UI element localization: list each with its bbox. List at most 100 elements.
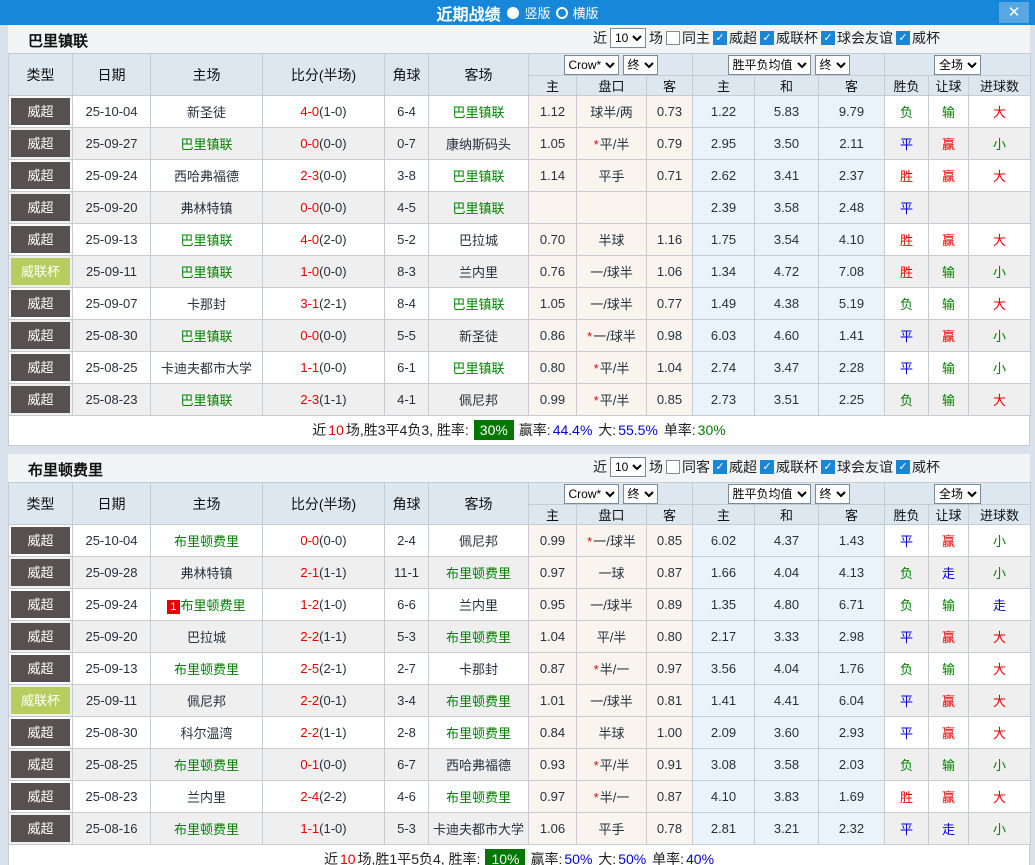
league-type-badge: 威超 — [11, 591, 70, 618]
avg-away-odds: 2.48 — [819, 192, 885, 224]
handicap-result: 走 — [929, 813, 969, 845]
col-date: 日期 — [73, 483, 151, 525]
sub-col-result: 胜负 — [885, 76, 929, 96]
same-venue-label: 同主 — [682, 28, 710, 48]
avg-time-select[interactable]: 终 — [815, 55, 850, 75]
odds-time-select[interactable]: 终 — [623, 55, 658, 75]
handicap-win-label: 赢率: — [530, 851, 562, 865]
avg-away-odds: 2.25 — [819, 384, 885, 416]
type-cell: 威联杯 — [9, 256, 73, 288]
corner-score: 2-4 — [385, 525, 429, 557]
home-team: 1布里顿费里 — [151, 589, 263, 621]
recent-count-select[interactable]: 10 — [610, 457, 646, 477]
avg-time-select[interactable]: 终 — [815, 484, 850, 504]
match-date: 25-08-23 — [73, 384, 151, 416]
handicap-result: 输 — [929, 749, 969, 781]
handicap: 平手 — [577, 160, 647, 192]
corner-score: 6-6 — [385, 589, 429, 621]
league-type-badge: 威超 — [11, 290, 70, 317]
league-checkbox[interactable]: ✓ — [821, 31, 835, 45]
handicap-win-value: 50% — [564, 851, 592, 865]
odds-home: 1.01 — [529, 685, 577, 717]
avg-draw-odds: 3.21 — [755, 813, 819, 845]
league-checkbox[interactable]: ✓ — [896, 460, 910, 474]
handicap: 一/球半 — [577, 685, 647, 717]
match-date: 25-09-20 — [73, 192, 151, 224]
goals-result: 大 — [969, 160, 1031, 192]
goals-result: 小 — [969, 256, 1031, 288]
sub-col-result: 胜负 — [885, 505, 929, 525]
close-button[interactable]: ✕ — [999, 2, 1029, 23]
league-checkbox[interactable]: ✓ — [896, 31, 910, 45]
star-icon: * — [594, 137, 599, 152]
result: 平 — [885, 813, 929, 845]
odds-time-select[interactable]: 终 — [623, 484, 658, 504]
odds-home: 1.12 — [529, 96, 577, 128]
sub-col-avg-draw: 和 — [755, 76, 819, 96]
fulltime-select[interactable]: 全场 — [934, 484, 981, 504]
odds-away: 0.91 — [647, 749, 693, 781]
odds-away: 0.89 — [647, 589, 693, 621]
match-date: 25-09-27 — [73, 128, 151, 160]
league-checkbox[interactable]: ✓ — [821, 460, 835, 474]
corner-score: 2-7 — [385, 653, 429, 685]
away-team: 巴拉城 — [429, 224, 529, 256]
goals-result — [969, 192, 1031, 224]
table-row: 威超 25-08-25 卡迪夫都市大学 1-1(0-0) 6-1 巴里镇联 0.… — [9, 352, 1031, 384]
handicap: *平/半 — [577, 384, 647, 416]
avg-away-odds: 6.04 — [819, 685, 885, 717]
handicap: *平/半 — [577, 128, 647, 160]
result: 胜 — [885, 781, 929, 813]
same-venue-checkbox[interactable] — [666, 31, 680, 45]
odds-source-select[interactable]: Crow* — [564, 484, 619, 504]
big-value: 50% — [618, 851, 646, 865]
league-type-badge: 威超 — [11, 386, 70, 413]
avg-type-select[interactable]: 胜平负均值 — [728, 55, 811, 75]
radio-horizontal-icon[interactable] — [556, 7, 568, 19]
handicap: 一球 — [577, 557, 647, 589]
result: 负 — [885, 557, 929, 589]
sub-col-odds-home: 主 — [529, 505, 577, 525]
league-checkbox[interactable]: ✓ — [713, 31, 727, 45]
avg-home-odds: 3.08 — [693, 749, 755, 781]
league-checkbox[interactable]: ✓ — [760, 460, 774, 474]
handicap-result: 赢 — [929, 717, 969, 749]
home-team: 布里顿费里 — [151, 813, 263, 845]
league-type-badge: 威超 — [11, 322, 70, 349]
home-team: 新圣徒 — [151, 96, 263, 128]
radio-horizontal-label[interactable]: 横版 — [573, 3, 599, 22]
avg-draw-odds: 3.50 — [755, 128, 819, 160]
league-type-badge: 威超 — [11, 226, 70, 253]
odds-home: 0.95 — [529, 589, 577, 621]
type-cell: 威超 — [9, 224, 73, 256]
avg-type-select[interactable]: 胜平负均值 — [728, 484, 811, 504]
odds-source-select[interactable]: Crow* — [564, 55, 619, 75]
handicap-result: 赢 — [929, 781, 969, 813]
fulltime-select[interactable]: 全场 — [934, 55, 981, 75]
radio-vertical-label[interactable]: 竖版 — [524, 3, 550, 22]
table-row: 威超 25-08-25 布里顿费里 0-1(0-0) 6-7 西哈弗福德 0.9… — [9, 749, 1031, 781]
league-checkbox[interactable]: ✓ — [760, 31, 774, 45]
sub-col-odds-away: 客 — [647, 505, 693, 525]
sub-col-let: 让球 — [929, 76, 969, 96]
table-row: 威超 25-09-28 弗林特镇 2-1(1-1) 11-1 布里顿费里 0.9… — [9, 557, 1031, 589]
result: 平 — [885, 621, 929, 653]
col-score: 比分(半场) — [263, 54, 385, 96]
table-row: 威超 25-09-13 布里顿费里 2-5(2-1) 2-7 卡那封 0.87 … — [9, 653, 1031, 685]
recent-count-select[interactable]: 10 — [610, 28, 646, 48]
avg-header: 胜平负均值终 — [693, 54, 885, 76]
handicap: 平/半 — [577, 621, 647, 653]
handicap-win-label: 赢率: — [519, 422, 551, 438]
match-score: 0-0(0-0) — [263, 192, 385, 224]
handicap-result: 走 — [929, 557, 969, 589]
radio-vertical-selected-icon[interactable] — [507, 7, 519, 19]
same-venue-label: 同客 — [682, 457, 710, 477]
handicap — [577, 192, 647, 224]
home-team: 布里顿费里 — [151, 525, 263, 557]
match-score: 4-0(1-0) — [263, 96, 385, 128]
type-cell: 威联杯 — [9, 685, 73, 717]
same-venue-checkbox[interactable] — [666, 460, 680, 474]
table-row: 威超 25-08-30 科尔温湾 2-2(1-1) 2-8 布里顿费里 0.84… — [9, 717, 1031, 749]
league-checkbox[interactable]: ✓ — [713, 460, 727, 474]
match-date: 25-10-04 — [73, 96, 151, 128]
